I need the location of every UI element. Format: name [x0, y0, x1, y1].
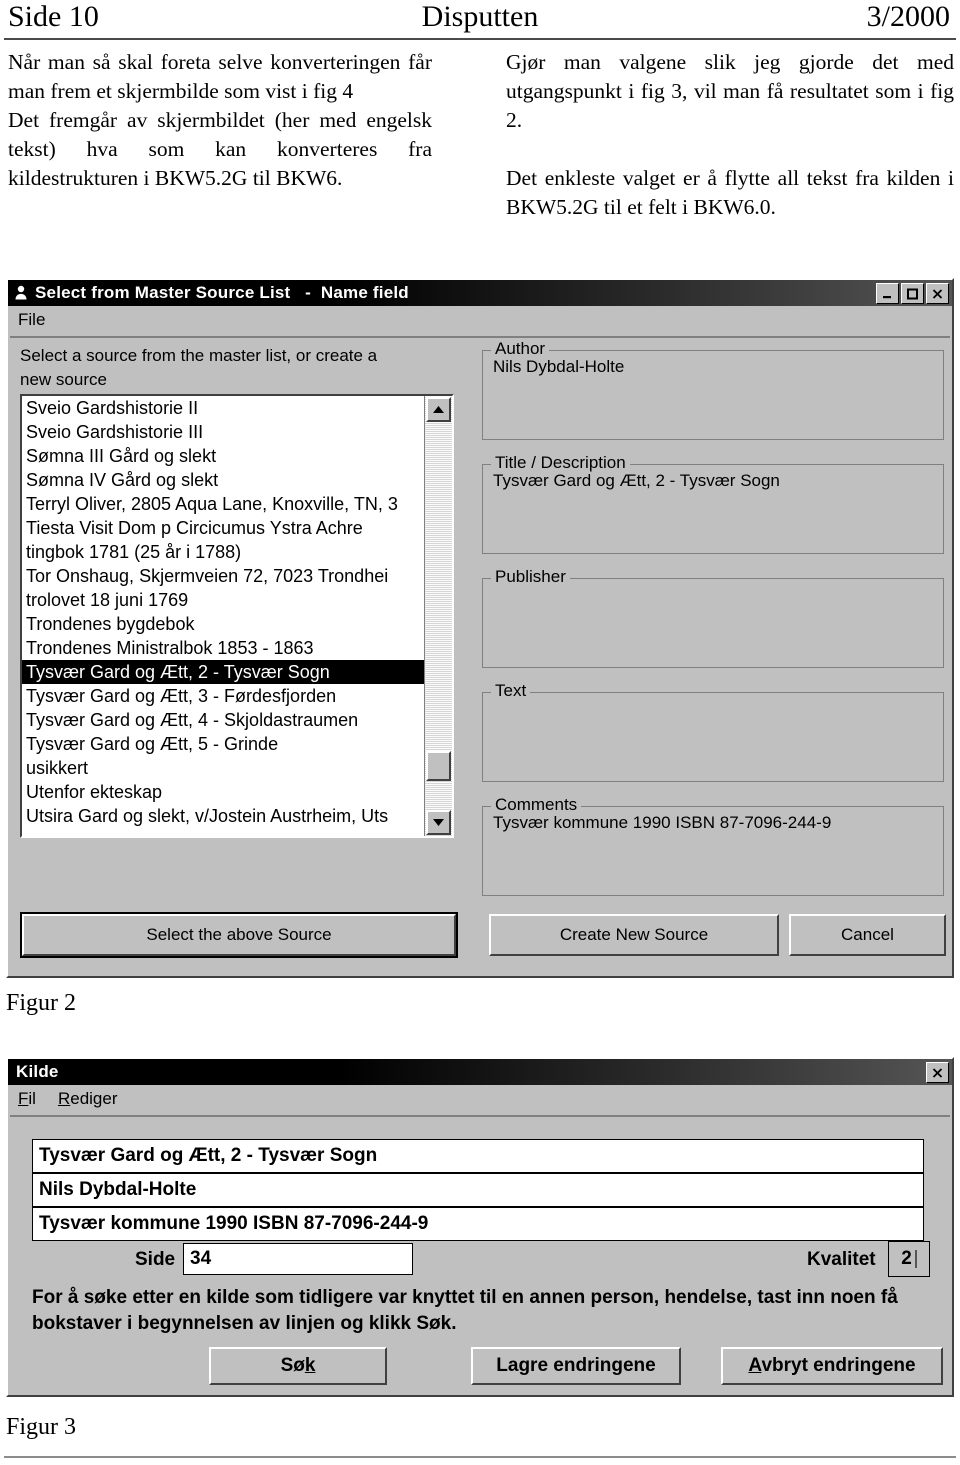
title-field[interactable]: Tysvær Gard og Ætt, 2 - Tysvær Sogn: [32, 1139, 924, 1173]
titlebar-buttons: [876, 283, 949, 304]
page-input[interactable]: 34: [183, 1243, 413, 1275]
comments-groupbox: Comments Tysvær kommune 1990 ISBN 87-709…: [482, 795, 944, 896]
list-item[interactable]: usikkert: [22, 756, 426, 780]
close-button[interactable]: [926, 1062, 949, 1083]
author-groupbox: Author Nils Dybdal-Holte: [482, 339, 944, 440]
paragraph: Når man så skal foreta selve konverterin…: [8, 50, 432, 103]
scroll-up-arrow-icon[interactable]: [426, 397, 451, 422]
list-item[interactable]: Tiesta Visit Dom p Circicumus Ystra Achr…: [22, 516, 426, 540]
list-item[interactable]: Tor Onshaug, Skjermveien 72, 7023 Trondh…: [22, 564, 426, 588]
list-item[interactable]: Tysvær Gard og Ætt, 3 - Førdesfjorden: [22, 684, 426, 708]
list-item-selected[interactable]: Tysvær Gard og Ætt, 2 - Tysvær Sogn: [22, 660, 426, 684]
author-label: Author: [491, 339, 550, 359]
cancel-changes-button[interactable]: Avbryt endringene: [721, 1347, 943, 1385]
paragraph: Det fremgår av skjermbildet (her med eng…: [8, 108, 432, 190]
list-item[interactable]: Sømna IV Gård og slekt: [22, 468, 426, 492]
comments-value[interactable]: Tysvær kommune 1990 ISBN 87-7096-244-9: [493, 813, 831, 833]
list-item[interactable]: Utenfor ekteskap: [22, 780, 426, 804]
paragraph: Det enkleste valget er å flytte all teks…: [506, 166, 954, 219]
list-item[interactable]: Trondenes bygdebok: [22, 612, 426, 636]
figure3-caption: Figur 3: [6, 1414, 77, 1440]
scroll-down-arrow-icon[interactable]: [426, 810, 451, 835]
menu-item-fil[interactable]: Fil: [18, 1089, 36, 1109]
publisher-label: Publisher: [491, 567, 570, 587]
save-changes-button[interactable]: Lagre endringene: [471, 1347, 681, 1385]
list-item[interactable]: Sveio Gardshistorie III: [22, 420, 426, 444]
window-titlebar[interactable]: Kilde: [8, 1059, 952, 1085]
close-button[interactable]: [926, 283, 949, 304]
footer-rule: [4, 1456, 956, 1458]
menubar-separator: [10, 1115, 950, 1117]
paragraph: Gjør man valgene slik jeg gjorde det med…: [506, 50, 954, 132]
search-button[interactable]: Søk: [209, 1347, 387, 1385]
comments-label: Comments: [491, 795, 582, 815]
publisher-field[interactable]: Tysvær kommune 1990 ISBN 87-7096-244-9: [32, 1207, 924, 1241]
list-item[interactable]: trolovet 18 juni 1769: [22, 588, 426, 612]
window-menubar: File: [8, 306, 952, 334]
select-above-source-button[interactable]: Select the above Source: [22, 914, 456, 956]
list-item[interactable]: Terryl Oliver, 2805 Aqua Lane, Knoxville…: [22, 492, 426, 516]
list-item[interactable]: Tysvær Gard og Ætt, 4 - Skjoldastraumen: [22, 708, 426, 732]
text-groupbox: Text: [482, 681, 944, 782]
author-field[interactable]: Nils Dybdal-Holte: [32, 1173, 924, 1207]
listbox-scrollbar[interactable]: [424, 396, 452, 836]
minimize-button[interactable]: [876, 283, 899, 304]
list-item[interactable]: Tysvær Gard og Ætt, 5 - Grinde: [22, 732, 426, 756]
listbox-rows: Sveio Gardshistorie II Sveio Gardshistor…: [22, 396, 426, 828]
text-caret: [914, 1250, 917, 1268]
kilde-window: Kilde Fil Rediger Tysvær Gard og Ætt, 2 …: [6, 1057, 954, 1397]
list-item[interactable]: Trondenes Ministralbok 1853 - 1863: [22, 636, 426, 660]
figure2-caption: Figur 2: [6, 990, 77, 1016]
help-text: For å søke etter en kilde som tidligere …: [32, 1287, 898, 1334]
menu-item-rediger[interactable]: Rediger: [58, 1089, 118, 1109]
maximize-button[interactable]: [901, 283, 924, 304]
running-head: Side 10 Disputten 3/2000: [0, 0, 960, 40]
list-item[interactable]: Sømna III Gård og slekt: [22, 444, 426, 468]
publisher-groupbox: Publisher: [482, 567, 944, 668]
scrollbar-thumb[interactable]: [426, 751, 451, 781]
create-new-source-button[interactable]: Create New Source: [489, 914, 779, 956]
text-label: Text: [491, 681, 531, 701]
instruction-text: Select a source from the master list, or…: [20, 346, 378, 389]
quality-label: Kvalitet: [807, 1249, 876, 1270]
page-label: Side: [135, 1249, 176, 1270]
select-master-source-window: Select from Master Source List - Name fi…: [6, 278, 954, 978]
quality-input[interactable]: 2: [888, 1241, 930, 1277]
window-title: Kilde: [16, 1062, 59, 1081]
author-value[interactable]: Nils Dybdal-Holte: [493, 357, 624, 377]
quality-value: 2: [901, 1248, 912, 1269]
master-source-listbox[interactable]: Sveio Gardshistorie II Sveio Gardshistor…: [20, 394, 454, 838]
cancel-button[interactable]: Cancel: [789, 914, 946, 956]
search-button-label: Søk: [280, 1355, 316, 1376]
issue-number: 3/2000: [866, 0, 950, 33]
page: Side 10 Disputten 3/2000 Når man så skal…: [0, 0, 960, 1465]
list-item[interactable]: Utsira Gard og slekt, v/Jostein Austrhei…: [22, 804, 426, 828]
title-description-label: Title / Description: [491, 453, 630, 473]
window-title: Select from Master Source List - Name fi…: [35, 283, 409, 302]
cancel-changes-button-label: Avbryt endringene: [748, 1355, 916, 1376]
body-left-column: Når man så skal foreta selve konverterin…: [8, 48, 432, 193]
menubar-separator: [10, 336, 950, 338]
titlebar-buttons: [926, 1062, 949, 1083]
person-bust-icon: [12, 284, 30, 302]
window-menubar: Fil Rediger: [8, 1085, 952, 1113]
header-rule: [4, 38, 956, 40]
journal-name: Disputten: [421, 0, 539, 33]
body-right-column: Gjør man valgene slik jeg gjorde det med…: [506, 48, 954, 222]
title-description-groupbox: Title / Description Tysvær Gard og Ætt, …: [482, 453, 944, 554]
list-item[interactable]: Sveio Gardshistorie II: [22, 396, 426, 420]
window-titlebar[interactable]: Select from Master Source List - Name fi…: [8, 280, 952, 306]
menu-item-file[interactable]: File: [18, 310, 45, 330]
title-description-value[interactable]: Tysvær Gard og Ætt, 2 - Tysvær Sogn: [493, 471, 780, 491]
list-item[interactable]: tingbok 1781 (25 år i 1788): [22, 540, 426, 564]
